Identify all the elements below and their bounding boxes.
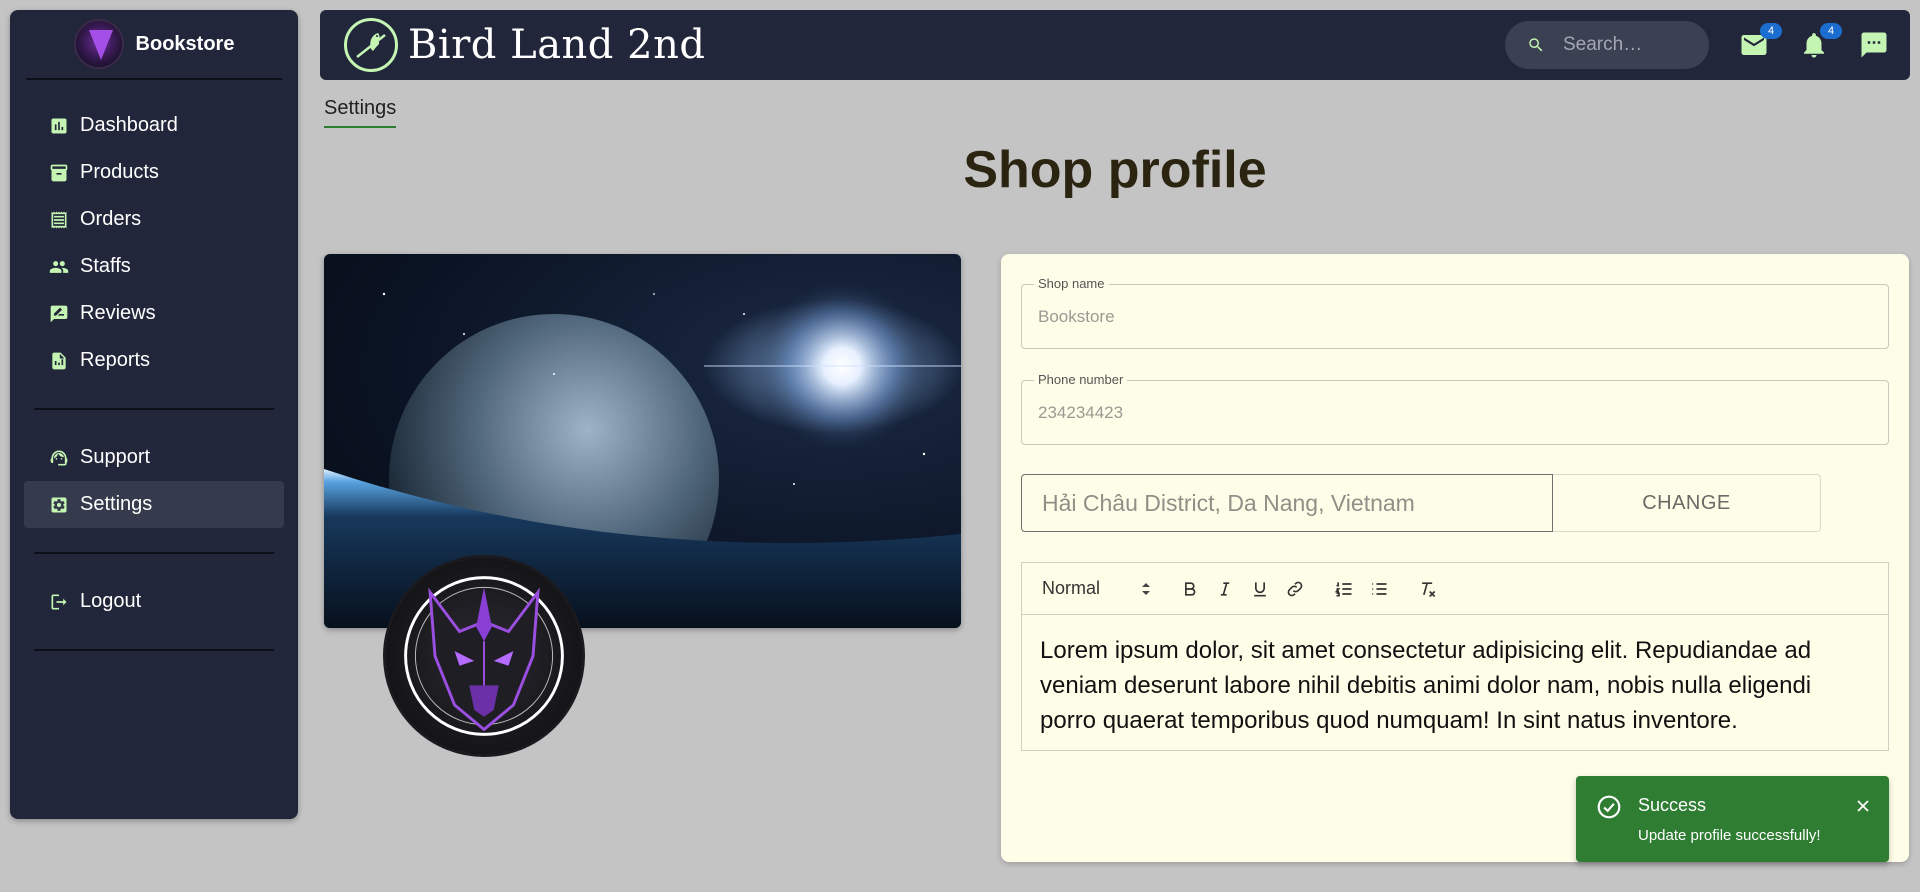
link-icon [1287,581,1303,596]
dashboard-icon [48,115,70,137]
format-select[interactable]: Normal [1042,578,1152,599]
italic-icon [1220,581,1230,596]
check-circle-icon [1597,795,1621,819]
updown-chevron-icon [1142,582,1150,595]
notification-badge: 4 [1820,23,1842,39]
ordered-list-button[interactable] [1332,577,1356,601]
chat-icon [1861,32,1887,58]
report-icon [48,350,70,372]
sidebar-item-settings[interactable]: Settings [24,481,284,528]
logout-label: Logout [80,590,142,612]
sidebar-item-label: Settings [80,493,153,515]
shop-logo-avatar[interactable] [383,555,585,757]
logout-button[interactable]: Logout [24,578,284,625]
close-icon[interactable] [1853,796,1873,816]
divider [34,408,274,410]
sidebar-item-label: Orders [80,208,142,230]
sidebar-secondary-nav: Support Settings [10,434,298,528]
sidebar-item-support[interactable]: Support [24,434,284,481]
page-title: Shop profile [963,141,1267,199]
cover-image[interactable] [324,254,961,628]
app-title: Bird Land 2nd [408,22,706,68]
sidebar-item-label: Reports [80,349,151,371]
rate-review-icon [48,303,70,325]
mail-badge: 4 [1760,23,1782,39]
sidebar-item-orders[interactable]: Orders [24,196,284,243]
sidebar-item-label: Reviews [80,302,156,324]
receipt-icon [48,209,70,231]
sidebar: Bookstore Dashboard Products Orders Staf… [10,10,298,819]
toast-title: Success [1638,795,1707,815]
notifications-button[interactable]: 4 [1798,23,1842,61]
description-editor: Normal Lorem ipsum dolor, sit amet conse… [1021,562,1889,751]
sidebar-item-reports[interactable]: Reports [24,337,284,384]
bird-logo-icon[interactable] [344,18,398,72]
change-address-button[interactable]: CHANGE [1553,474,1821,532]
sidebar-logout-nav: Logout [10,578,298,625]
success-toast: Success Update profile successfully! [1576,776,1889,862]
sidebar-item-label: Staffs [80,255,131,277]
people-icon [48,256,70,278]
logout-icon [48,591,70,613]
clear-format-button[interactable] [1416,577,1440,601]
divider [34,552,274,554]
phone-input[interactable] [1038,381,1878,444]
support-agent-icon [48,447,70,469]
ordered-list-icon [1334,581,1352,596]
phone-field[interactable]: Phone number [1021,372,1889,445]
sidebar-brand[interactable]: Bookstore [10,10,298,78]
chat-button[interactable] [1858,29,1890,61]
bold-button[interactable] [1178,577,1202,601]
shop-profile-form: Shop name Phone number CHANGE Normal [1001,254,1909,862]
address-input[interactable] [1042,475,1542,531]
breadcrumb[interactable]: Settings [324,97,397,128]
mail-button[interactable]: 4 [1738,23,1782,61]
link-button[interactable] [1283,577,1307,601]
italic-button[interactable] [1213,577,1237,601]
bullet-list-icon [1372,582,1387,595]
shop-name-input[interactable] [1038,285,1878,348]
description-text[interactable]: Lorem ipsum dolor, sit amet consectetur … [1022,615,1888,756]
shop-avatar [73,19,124,69]
editor-toolbar: Normal [1022,563,1888,615]
topbar: Bird Land 2nd 4 4 [320,10,1910,80]
search-input[interactable] [1563,34,1693,56]
underline-icon [1254,581,1266,596]
sidebar-item-reviews[interactable]: Reviews [24,290,284,337]
bullet-list-button[interactable] [1367,577,1391,601]
toast-message: Update profile successfully! [1638,827,1821,844]
address-field[interactable] [1021,474,1553,532]
underline-button[interactable] [1248,577,1272,601]
search-icon [1529,38,1543,52]
sidebar-nav: Dashboard Products Orders Staffs Reviews… [10,80,298,384]
search-bar[interactable] [1505,21,1709,69]
sidebar-item-label: Support [80,446,151,468]
clear-format-icon [1422,581,1436,597]
shop-name-field[interactable]: Shop name [1021,276,1889,349]
sidebar-item-staffs[interactable]: Staffs [24,243,284,290]
settings-icon [48,494,70,516]
sidebar-item-label: Dashboard [80,114,178,136]
brand-name: Bookstore [135,32,235,55]
divider [34,649,274,651]
format-select-value: Normal [1042,578,1101,598]
bold-icon [1185,581,1196,596]
